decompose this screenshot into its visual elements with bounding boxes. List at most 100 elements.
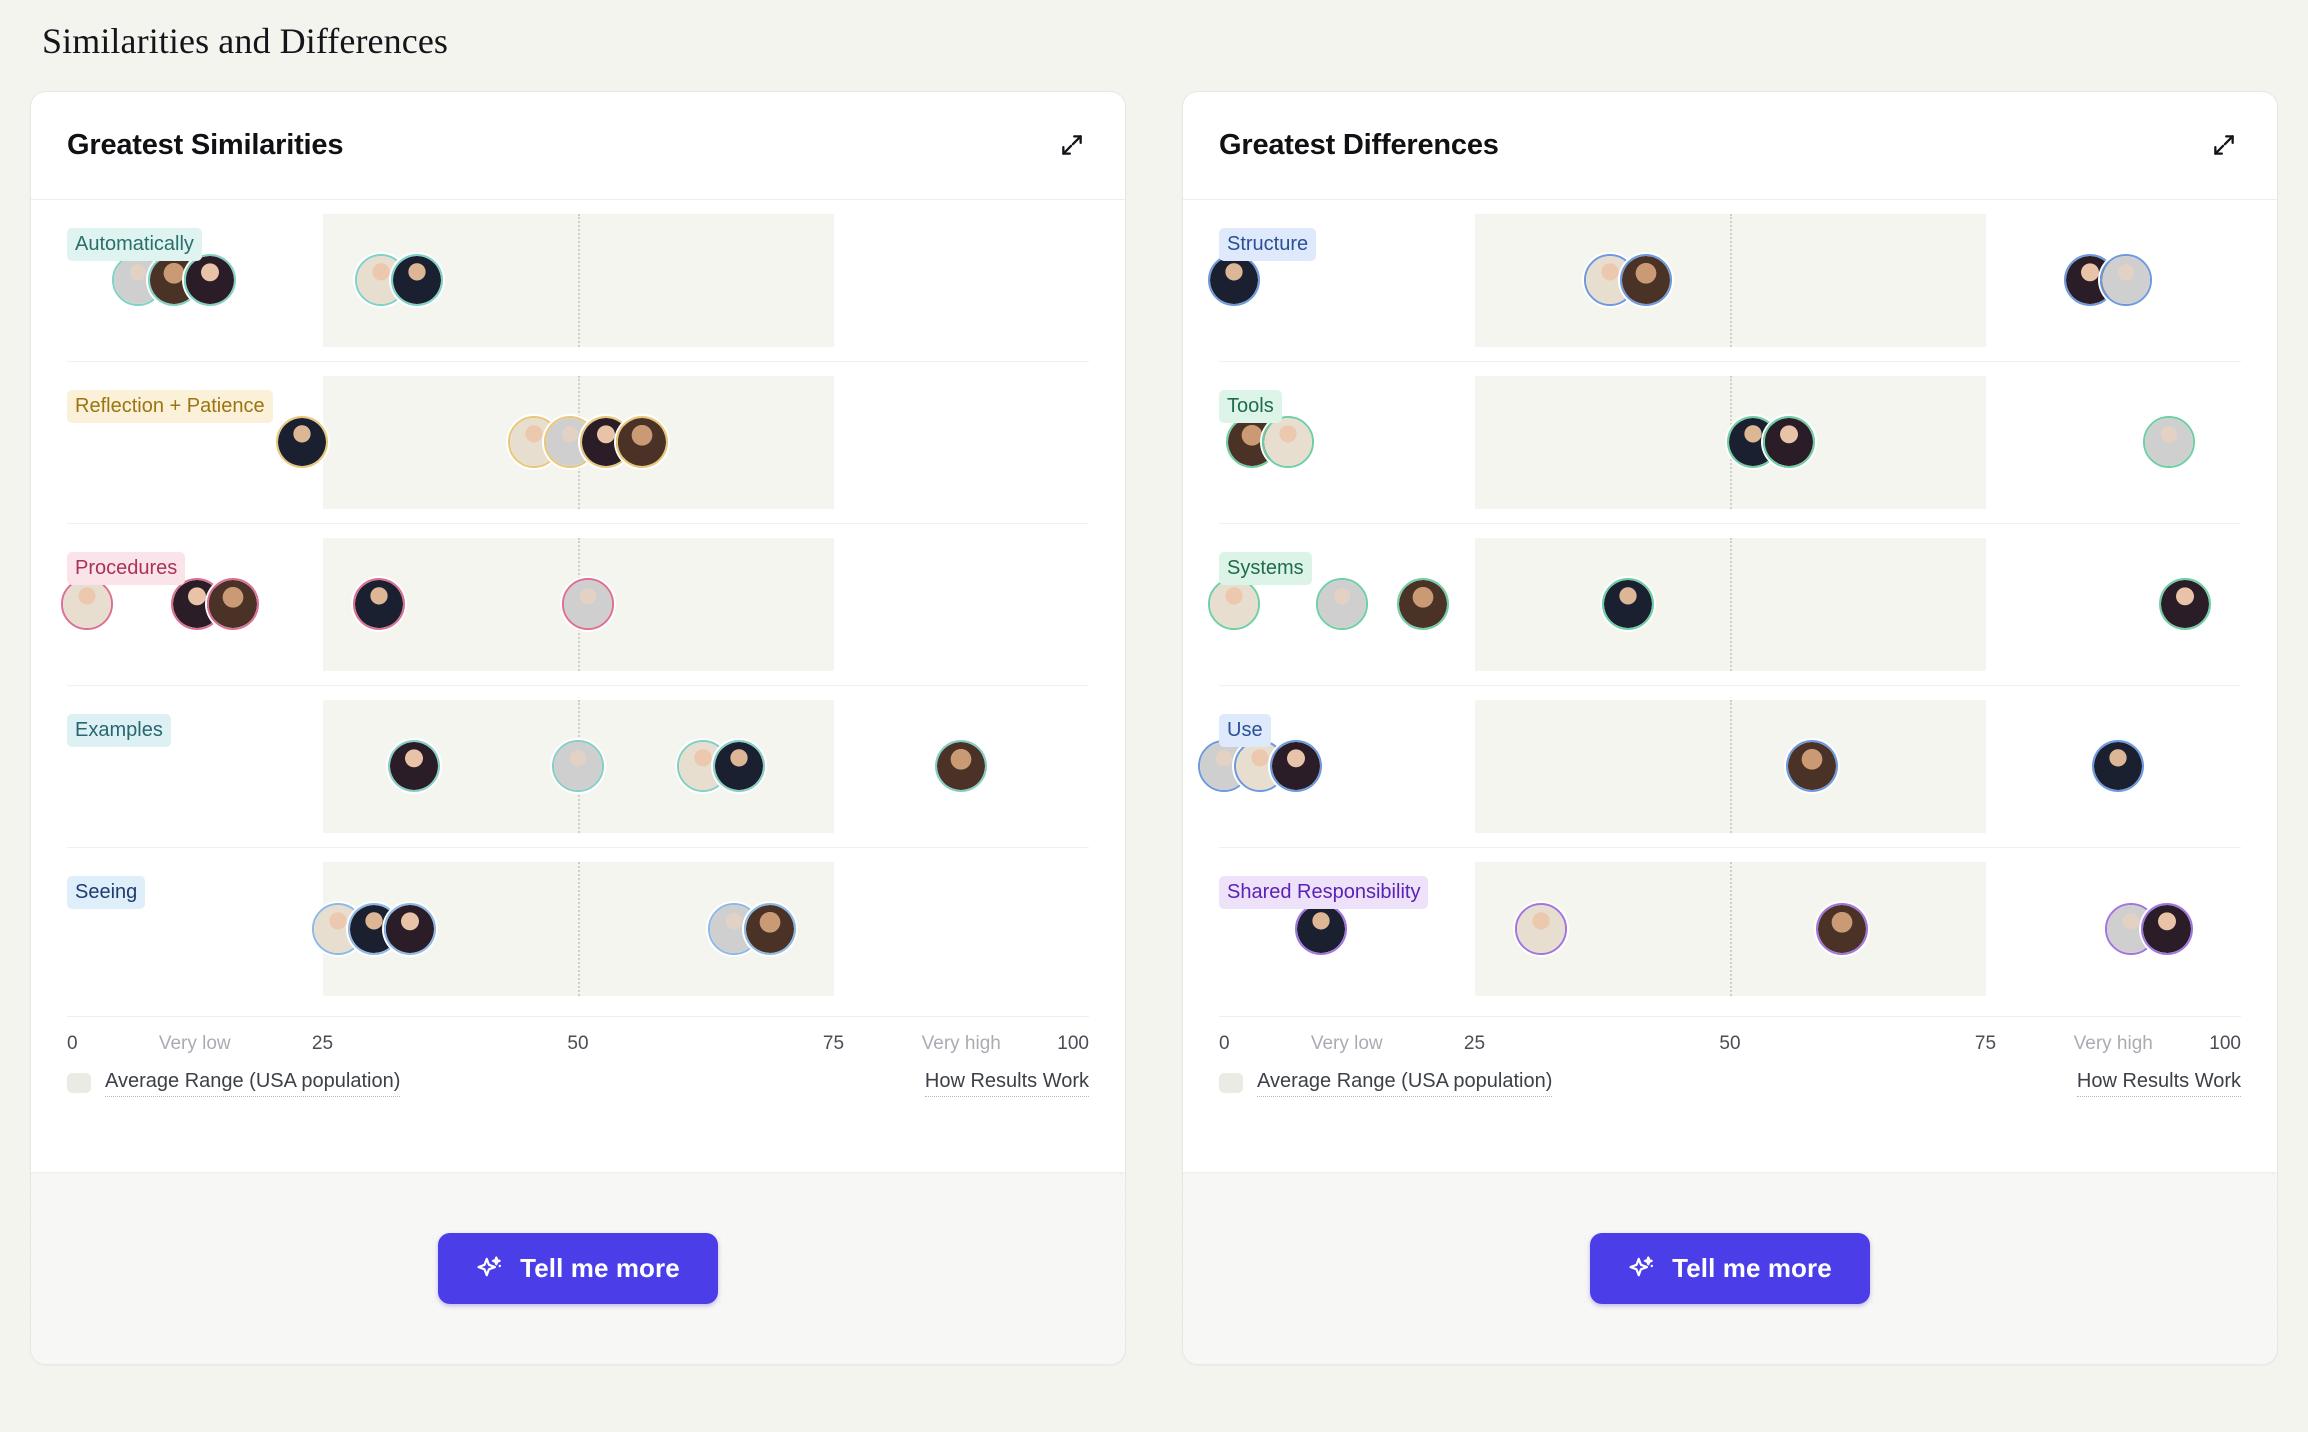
axis: 0 Very low 25 50 75 Very high 100 xyxy=(67,1015,1089,1064)
avatar[interactable] xyxy=(2158,578,2211,631)
avatar[interactable] xyxy=(391,254,444,307)
avatar-group xyxy=(1514,902,1567,955)
avatar-group xyxy=(707,902,796,955)
legend-row: Average Range (USA population) How Result… xyxy=(31,1064,1125,1097)
avatar[interactable] xyxy=(2092,740,2145,793)
person-man-older-photo xyxy=(2094,742,2143,791)
avatar[interactable] xyxy=(276,416,329,469)
avatar-group xyxy=(552,740,604,793)
avatar[interactable] xyxy=(2141,902,2194,955)
row-track xyxy=(61,524,1089,685)
avatar[interactable] xyxy=(743,902,796,955)
chart-row: Shared Responsibility xyxy=(1219,848,2241,1010)
person-grey-suit-photo xyxy=(2102,256,2151,305)
avatar-group xyxy=(171,578,260,631)
avatar[interactable] xyxy=(1262,416,1315,469)
avatar[interactable] xyxy=(616,416,669,469)
row-track xyxy=(67,686,1089,847)
axis-tick: 100 xyxy=(1057,1032,1089,1054)
row-track xyxy=(1208,200,2241,361)
average-range-label[interactable]: Average Range (USA population) xyxy=(1257,1070,1553,1097)
card-greatest-similarities: Greatest Similarities Automatically Reflec… xyxy=(30,90,1126,1365)
avatar[interactable] xyxy=(1208,578,1261,631)
avatar[interactable] xyxy=(1601,578,1654,631)
avatar[interactable] xyxy=(1295,902,1348,955)
avatar-group xyxy=(2092,740,2145,793)
average-range-label[interactable]: Average Range (USA population) xyxy=(105,1070,401,1097)
avatar-group xyxy=(1295,902,1348,955)
row-label-chip: Examples xyxy=(67,713,171,747)
avatar[interactable] xyxy=(1269,740,1322,793)
avatar[interactable] xyxy=(562,578,615,631)
person-man-beard-photo xyxy=(209,580,258,629)
avatar-group xyxy=(112,254,237,307)
avatar[interactable] xyxy=(1816,902,1869,955)
card-greatest-differences: Greatest Differences Structure Tools System… xyxy=(1182,90,2278,1365)
avatar[interactable] xyxy=(552,740,604,793)
avatar-group xyxy=(1208,578,1261,631)
expand-button[interactable] xyxy=(2207,128,2241,162)
expand-button[interactable] xyxy=(1055,128,1089,162)
person-woman-dark-photo xyxy=(186,256,235,305)
avatar-group xyxy=(677,740,766,793)
avatar[interactable] xyxy=(207,578,260,631)
avatar[interactable] xyxy=(61,578,114,631)
how-results-work-link[interactable]: How Results Work xyxy=(924,1070,1089,1097)
person-man-older-photo xyxy=(278,418,327,467)
card-footer: Tell me more xyxy=(31,1171,1125,1364)
avatar-group xyxy=(562,578,615,631)
tell-me-more-button[interactable]: Tell me more xyxy=(438,1232,718,1304)
legend-row: Average Range (USA population) How Result… xyxy=(1183,1064,2277,1097)
person-woman-dark-photo xyxy=(1764,418,1813,467)
axis-tick: 25 xyxy=(1463,1032,1486,1054)
person-bride-photo xyxy=(1210,580,1259,629)
avatar[interactable] xyxy=(383,902,436,955)
person-woman-dark-photo xyxy=(385,904,434,953)
row-label-chip: Tools xyxy=(1219,389,1282,423)
page-title: Similarities and Differences xyxy=(42,21,449,61)
axis-tick: 0 xyxy=(1219,1032,1230,1054)
avatar-group xyxy=(1226,416,1315,469)
legend-left: Average Range (USA population) xyxy=(1219,1070,1553,1097)
avatar[interactable] xyxy=(1315,578,1368,631)
avatar-group xyxy=(2064,254,2153,307)
avatar[interactable] xyxy=(352,578,405,631)
axis-tick: Very low xyxy=(158,1032,231,1054)
avatar-group xyxy=(1816,902,1869,955)
avatar[interactable] xyxy=(1397,578,1450,631)
avatar[interactable] xyxy=(1208,254,1261,307)
avatar[interactable] xyxy=(184,254,237,307)
expand-diagonal-icon xyxy=(2211,132,2237,158)
chart-row: Seeing xyxy=(67,848,1089,1010)
avatar-group xyxy=(311,902,436,955)
avatar[interactable] xyxy=(1785,740,1838,793)
row-track xyxy=(1197,686,2241,847)
axis-tick: 0 xyxy=(67,1032,78,1054)
person-woman-dark-photo xyxy=(390,742,439,791)
tell-me-more-label: Tell me more xyxy=(520,1252,680,1283)
avatar[interactable] xyxy=(1619,254,1672,307)
axis-tick: 100 xyxy=(2209,1032,2241,1054)
avatar[interactable] xyxy=(1514,902,1567,955)
avatar[interactable] xyxy=(2143,416,2196,469)
person-woman-dark-photo xyxy=(2160,580,2209,629)
average-range-swatch xyxy=(1219,1073,1243,1094)
row-label-chip: Reflection + Patience xyxy=(67,389,273,423)
how-results-work-link[interactable]: How Results Work xyxy=(2076,1070,2241,1097)
avatar[interactable] xyxy=(388,740,441,793)
person-man-older-photo xyxy=(354,580,403,629)
row-label-chip: Procedures xyxy=(67,551,186,585)
expand-diagonal-icon xyxy=(1059,132,1085,158)
avatar-group xyxy=(2158,578,2211,631)
avatar[interactable] xyxy=(2100,254,2153,307)
sparkle-icon xyxy=(1628,1254,1656,1282)
avatar[interactable] xyxy=(1762,416,1815,469)
avatar-group xyxy=(61,578,114,631)
person-man-beard-photo xyxy=(1621,256,1670,305)
tell-me-more-button[interactable]: Tell me more xyxy=(1590,1232,1870,1304)
chart-body: Automatically Reflection + Patience Proced… xyxy=(31,200,1125,1146)
avatar[interactable] xyxy=(935,740,988,793)
avatar[interactable] xyxy=(713,740,766,793)
person-man-beard-photo xyxy=(745,904,794,953)
chart-row: Use xyxy=(1197,686,2241,848)
